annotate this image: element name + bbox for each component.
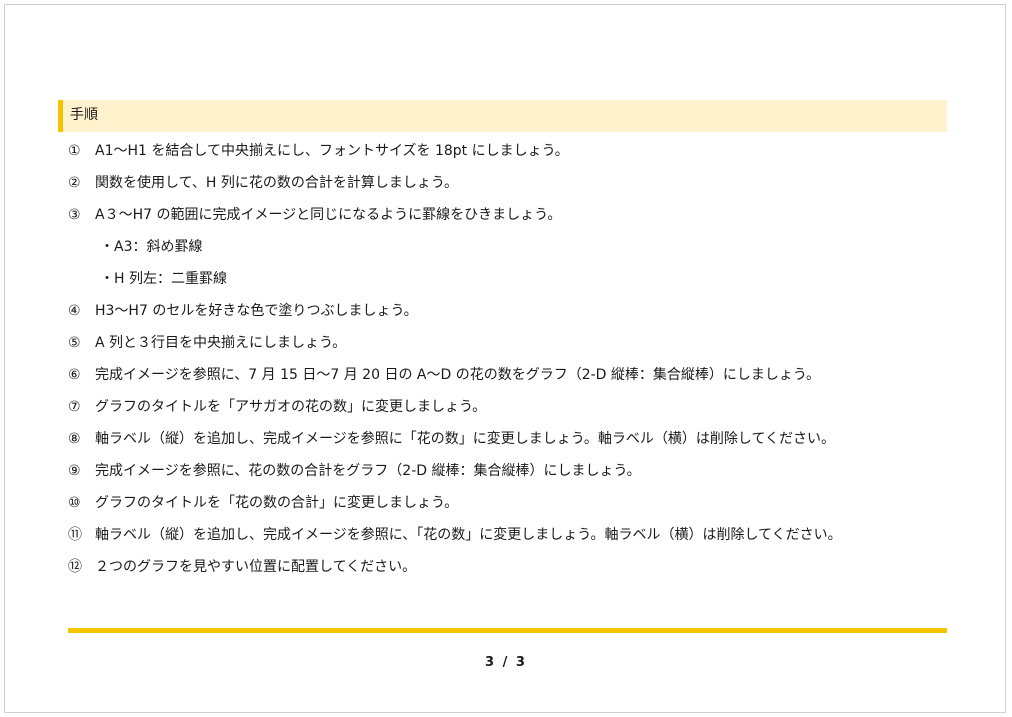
step-number: ⑩: [68, 495, 81, 511]
step-6: ⑥ 完成イメージを参照に、7 月 15 日～7 月 20 日の A～D の花の数を…: [68, 361, 948, 393]
section-accent-bar: [58, 100, 63, 132]
step-text: A1～H1 を結合して中央揃えにし、フォントサイズを 18pt にしましょう。: [95, 143, 569, 159]
step-text: ２つのグラフを見やすい位置に配置してください。: [95, 559, 417, 575]
step-number: ⑧: [68, 431, 81, 447]
step-text: ・H 列左：二重罫線: [100, 271, 227, 287]
step-text: A 列と３行目を中央揃えにしましょう。: [95, 335, 347, 351]
step-text: 関数を使用して、H 列に花の数の合計を計算しましょう。: [95, 175, 459, 191]
step-number: ⑥: [68, 367, 81, 383]
step-3: ③ A３～H7 の範囲に完成イメージと同じになるように罫線をひきましょう。: [68, 201, 948, 233]
step-4: ④ H3～H7 のセルを好きな色で塗りつぶしましょう。: [68, 297, 948, 329]
step-3-sub-1: ・A3：斜め罫線: [68, 233, 948, 265]
footer-rule: [68, 628, 947, 633]
step-11: ⑪ 軸ラベル（縦）を追加し、完成イメージを参照に、「花の数」に変更しましょう。軸ラ…: [68, 521, 948, 553]
section-title: 手順: [70, 107, 98, 123]
step-text: A３～H7 の範囲に完成イメージと同じになるように罫線をひきましょう。: [95, 207, 562, 223]
step-7: ⑦ グラフのタイトルを「アサガオの花の数」に変更しましょう。: [68, 393, 948, 425]
step-text: 完成イメージを参照に、花の数の合計をグラフ（2-D 縦棒：集合縦棒）にしましょう…: [95, 463, 641, 479]
step-number: ⑤: [68, 335, 81, 351]
section-header: 手順: [58, 100, 947, 132]
step-number: ⑨: [68, 463, 81, 479]
step-9: ⑨ 完成イメージを参照に、花の数の合計をグラフ（2-D 縦棒：集合縦棒）にしましょ…: [68, 457, 948, 489]
step-10: ⑩ グラフのタイトルを「花の数の合計」に変更しましょう。: [68, 489, 948, 521]
step-12: ⑫ ２つのグラフを見やすい位置に配置してください。: [68, 553, 948, 585]
step-8: ⑧ 軸ラベル（縦）を追加し、完成イメージを参照に「花の数」に変更しましょう。軸ラベ…: [68, 425, 948, 457]
step-number: ⑪: [68, 527, 82, 543]
step-number: ②: [68, 175, 81, 191]
steps-list: ① A1～H1 を結合して中央揃えにし、フォントサイズを 18pt にしましょう。…: [68, 137, 948, 585]
step-text: グラフのタイトルを「アサガオの花の数」に変更しましょう。: [95, 399, 487, 415]
step-2: ② 関数を使用して、H 列に花の数の合計を計算しましょう。: [68, 169, 948, 201]
step-text: グラフのタイトルを「花の数の合計」に変更しましょう。: [95, 495, 459, 511]
page-number: 3 / 3: [485, 655, 527, 670]
step-1: ① A1～H1 を結合して中央揃えにし、フォントサイズを 18pt にしましょう。: [68, 137, 948, 169]
step-text: H3～H7 のセルを好きな色で塗りつぶしましょう。: [95, 303, 418, 319]
step-text: ・A3：斜め罫線: [100, 239, 203, 255]
step-text: 完成イメージを参照に、7 月 15 日～7 月 20 日の A～D の花の数をグ…: [95, 367, 821, 383]
step-number: ⑦: [68, 399, 81, 415]
step-3-sub-2: ・H 列左：二重罫線: [68, 265, 948, 297]
step-text: 軸ラベル（縦）を追加し、完成イメージを参照に「花の数」に変更しましょう。軸ラベル…: [95, 431, 836, 447]
step-number: ①: [68, 143, 81, 159]
step-number: ③: [68, 207, 81, 223]
step-5: ⑤ A 列と３行目を中央揃えにしましょう。: [68, 329, 948, 361]
step-text: 軸ラベル（縦）を追加し、完成イメージを参照に、「花の数」に変更しましょう。軸ラベ…: [95, 527, 842, 543]
step-number: ⑫: [68, 559, 82, 575]
step-number: ④: [68, 303, 81, 319]
